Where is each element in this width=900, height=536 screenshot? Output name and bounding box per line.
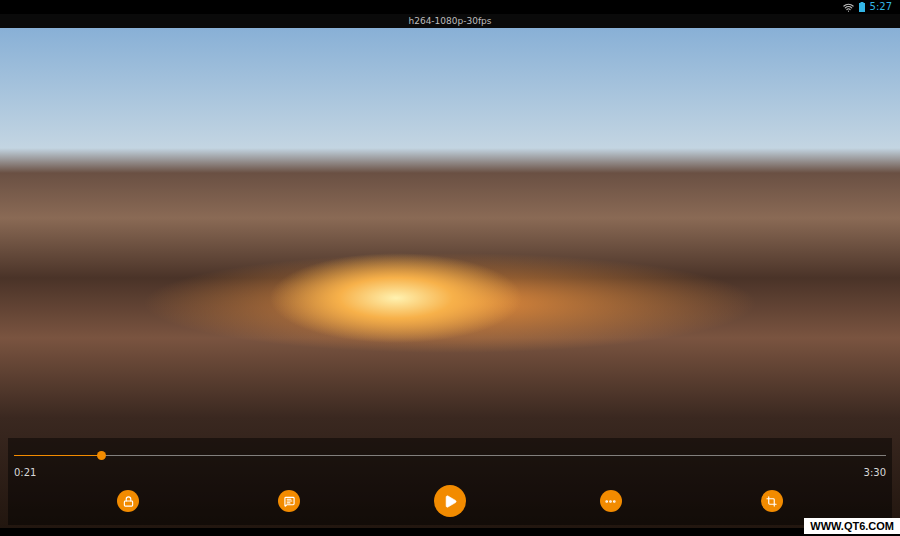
- time-row: 0:21 3:30: [14, 467, 886, 479]
- crop-icon: [766, 496, 777, 507]
- play-button[interactable]: [434, 485, 466, 517]
- seek-thumb[interactable]: [97, 451, 106, 460]
- watermark: WWW.QT6.COM: [804, 518, 900, 534]
- status-bar: 5:27: [0, 0, 900, 14]
- more-icon: [604, 495, 617, 508]
- more-button[interactable]: [600, 490, 622, 512]
- seek-track: [14, 455, 886, 456]
- seek-fill: [14, 455, 101, 456]
- bottom-strip: [0, 528, 900, 536]
- video-player-screen: 5:27 h264-1080p-30fps 0:21 3:30 WWW.QT6.COM: [0, 0, 900, 536]
- duration-time: 3:30: [864, 467, 886, 479]
- play-icon: [443, 494, 458, 509]
- lock-icon: [123, 496, 134, 507]
- seek-bar[interactable]: [14, 451, 886, 460]
- playback-controls: 0:21 3:30: [8, 438, 892, 525]
- lock-button[interactable]: [117, 490, 139, 512]
- title-bar: h264-1080p-30fps: [0, 14, 900, 28]
- video-title: h264-1080p-30fps: [408, 15, 491, 27]
- elapsed-time: 0:21: [14, 467, 36, 479]
- wifi-icon: [843, 2, 854, 13]
- button-row: [14, 485, 886, 517]
- video-frame[interactable]: 0:21 3:30: [0, 28, 900, 528]
- battery-icon: [859, 2, 865, 12]
- clock: 5:27: [870, 1, 892, 13]
- subtitles-button[interactable]: [278, 490, 300, 512]
- subtitles-icon: [284, 496, 295, 507]
- aspect-ratio-button[interactable]: [761, 490, 783, 512]
